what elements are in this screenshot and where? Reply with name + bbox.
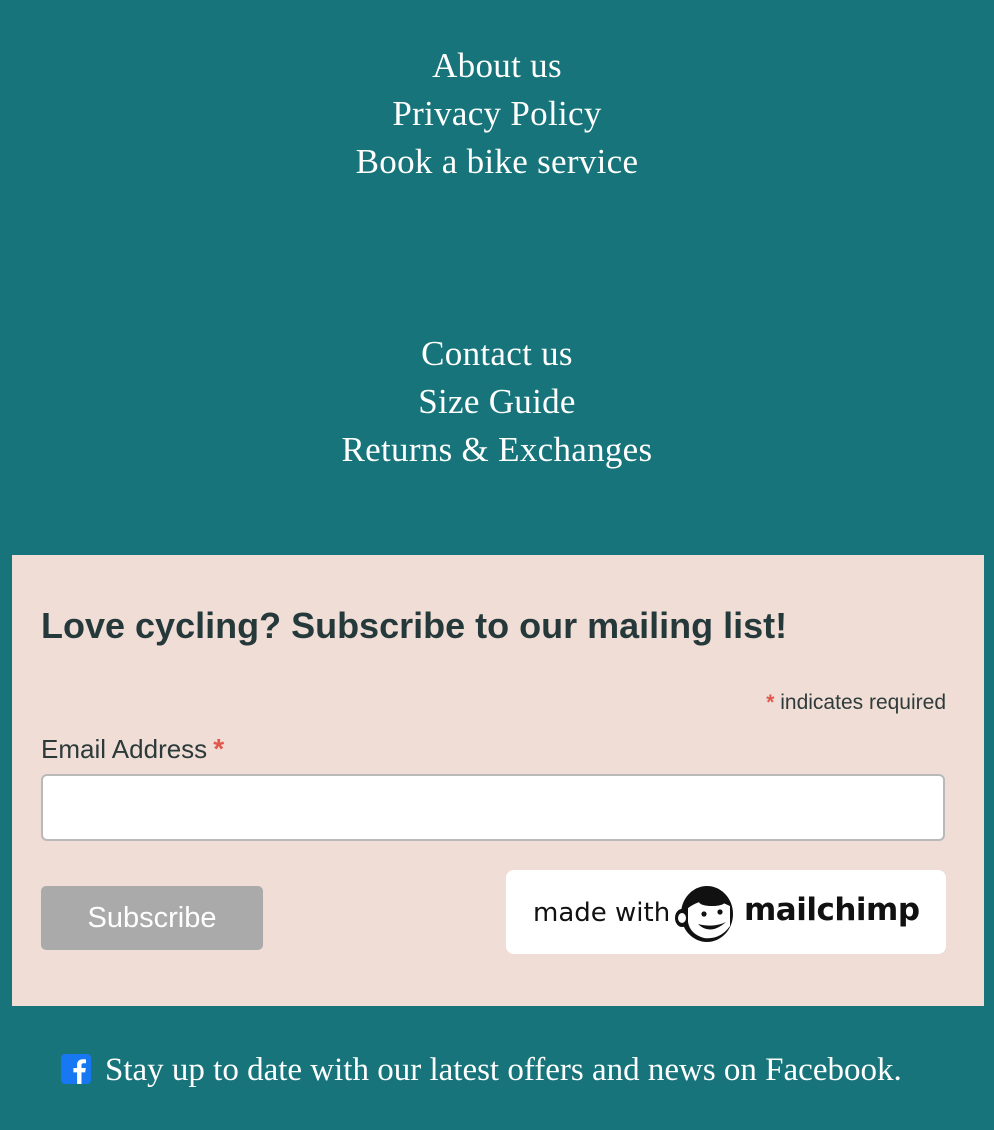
made-with-text: made with — [533, 898, 671, 928]
email-label: Email Address * — [41, 733, 224, 765]
size-guide-link[interactable]: Size Guide — [0, 378, 994, 426]
mailing-list-signup: Love cycling? Subscribe to our mailing l… — [12, 555, 984, 1006]
facebook-icon[interactable] — [61, 1054, 91, 1084]
about-us-link[interactable]: About us — [0, 42, 994, 90]
mailchimp-badge[interactable]: made with mailchimp — [506, 870, 946, 954]
contact-us-link[interactable]: Contact us — [0, 330, 994, 378]
facebook-promo-link[interactable]: Stay up to date with our latest offers a… — [105, 1048, 902, 1092]
required-note: * indicates required — [766, 691, 946, 715]
subscribe-button[interactable]: Subscribe — [41, 886, 263, 950]
mailchimp-freddie-icon — [675, 886, 733, 942]
required-asterisk: * — [766, 691, 775, 714]
book-bike-service-link[interactable]: Book a bike service — [0, 138, 994, 186]
email-required-asterisk: * — [213, 733, 225, 764]
signup-heading: Love cycling? Subscribe to our mailing l… — [41, 605, 788, 646]
footer-links-group-1: About us Privacy Policy Book a bike serv… — [0, 42, 994, 186]
returns-exchanges-link[interactable]: Returns & Exchanges — [0, 426, 994, 474]
footer-links-group-2: Contact us Size Guide Returns & Exchange… — [0, 330, 994, 474]
privacy-policy-link[interactable]: Privacy Policy — [0, 90, 994, 138]
email-label-text: Email Address — [41, 734, 208, 764]
mailchimp-wordmark: mailchimp — [744, 892, 920, 928]
facebook-promo: Stay up to date with our latest offers a… — [61, 1048, 991, 1094]
required-note-text: indicates required — [780, 691, 946, 714]
email-input[interactable] — [41, 774, 945, 841]
